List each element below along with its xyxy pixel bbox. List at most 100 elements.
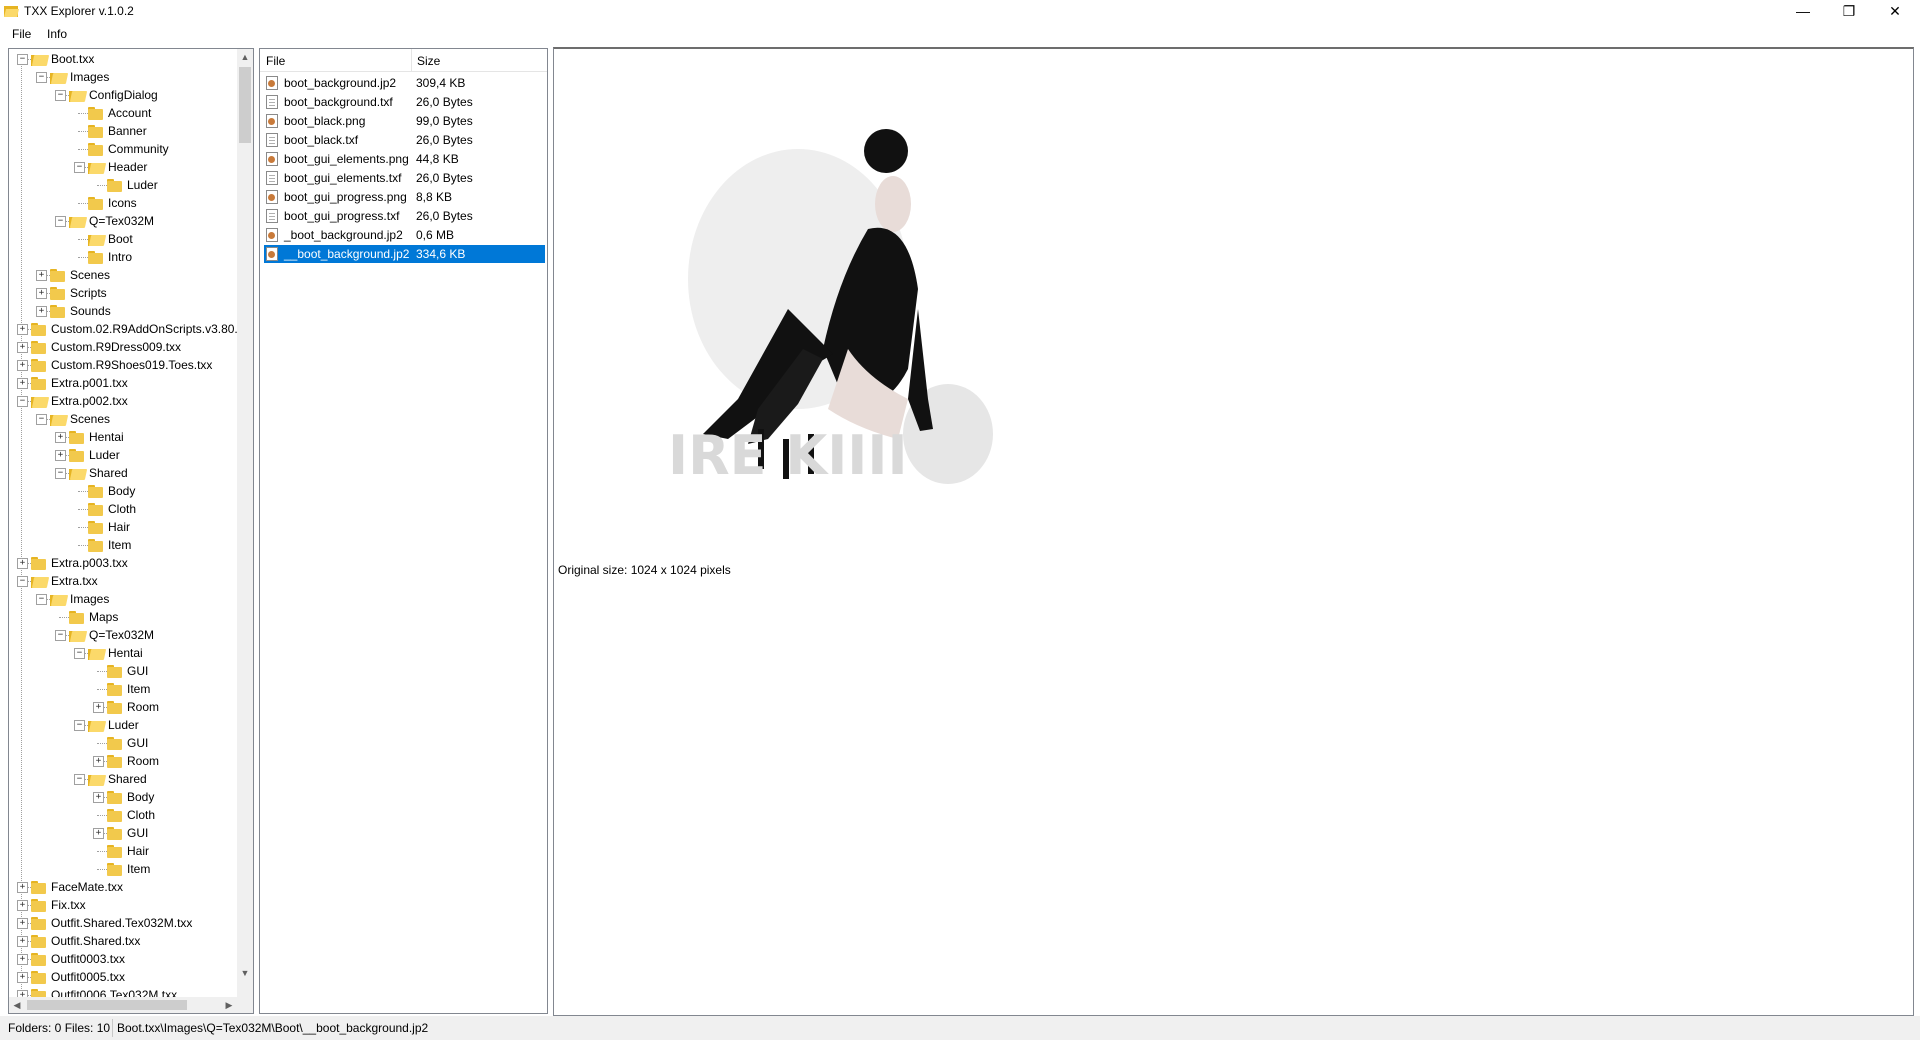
column-header-size[interactable]: Size [417, 54, 440, 68]
expand-icon[interactable]: + [17, 360, 28, 371]
tree-item[interactable]: Extra.p003.txx [31, 554, 128, 572]
scroll-up-icon[interactable]: ▲ [237, 49, 253, 65]
tree-item[interactable]: Boot [88, 230, 133, 248]
tree-item[interactable]: Outfit.Shared.Tex032M.txx [31, 914, 192, 932]
expand-icon[interactable]: + [93, 828, 104, 839]
expand-icon[interactable]: + [17, 378, 28, 389]
tree-item[interactable]: Hair [88, 518, 130, 536]
file-row[interactable]: __boot_background.jp2 334,6 KB [264, 245, 545, 263]
expand-icon[interactable]: + [93, 756, 104, 767]
tree-item[interactable]: ConfigDialog [69, 86, 158, 104]
scroll-right-icon[interactable]: ▶ [221, 997, 237, 1013]
tree-item[interactable]: Maps [69, 608, 118, 626]
tree-item[interactable]: Hentai [88, 644, 143, 662]
tree-item[interactable]: Images [50, 590, 109, 608]
column-separator[interactable] [411, 49, 412, 71]
tree-item[interactable]: Cloth [107, 806, 155, 824]
tree-item[interactable]: Boot.txx [31, 50, 94, 68]
tree-item[interactable]: Outfit0003.txx [31, 950, 125, 968]
close-button[interactable]: ✕ [1872, 0, 1918, 22]
file-row[interactable]: boot_background.jp2 309,4 KB [264, 74, 545, 92]
tree-vertical-scrollbar[interactable]: ▲ ▼ [237, 49, 253, 997]
tree-item[interactable]: Outfit0006.Tex032M.txx [31, 986, 177, 997]
tree-item[interactable]: GUI [107, 662, 148, 680]
tree-item[interactable]: Item [88, 536, 131, 554]
collapse-icon[interactable]: − [17, 396, 28, 407]
tree-item[interactable]: Room [107, 698, 159, 716]
expand-icon[interactable]: + [36, 270, 47, 281]
expand-icon[interactable]: + [55, 450, 66, 461]
collapse-icon[interactable]: − [74, 720, 85, 731]
folder-tree[interactable]: − Boot.txx − Images − ConfigDialog Account Bann… [8, 48, 254, 1014]
tree-item[interactable]: Q=Tex032M [69, 212, 154, 230]
file-row[interactable]: boot_black.png 99,0 Bytes [264, 112, 545, 130]
tree-item[interactable]: Header [88, 158, 147, 176]
tree-item[interactable]: Cloth [88, 500, 136, 518]
expand-icon[interactable]: + [17, 324, 28, 335]
expand-icon[interactable]: + [17, 972, 28, 983]
tree-item[interactable]: Scripts [50, 284, 107, 302]
menu-file[interactable]: File [10, 27, 33, 41]
expand-icon[interactable]: + [93, 702, 104, 713]
file-row[interactable]: boot_gui_elements.png 44,8 KB [264, 150, 545, 168]
tree-item[interactable]: Outfit0005.txx [31, 968, 125, 986]
collapse-icon[interactable]: − [36, 414, 47, 425]
tree-item[interactable]: Outfit.Shared.txx [31, 932, 140, 950]
tree-horizontal-scrollbar[interactable]: ◀ ▶ [9, 997, 237, 1013]
tree-item[interactable]: Item [107, 860, 150, 878]
expand-icon[interactable]: + [17, 882, 28, 893]
menu-info[interactable]: Info [45, 27, 69, 41]
tree-item[interactable]: GUI [107, 824, 148, 842]
expand-icon[interactable]: + [17, 954, 28, 965]
collapse-icon[interactable]: − [55, 630, 66, 641]
tree-item[interactable]: Scenes [50, 410, 110, 428]
tree-item[interactable]: Shared [69, 464, 128, 482]
tree-item[interactable]: GUI [107, 734, 148, 752]
collapse-icon[interactable]: − [74, 648, 85, 659]
collapse-icon[interactable]: − [55, 468, 66, 479]
tree-item[interactable]: Extra.txx [31, 572, 98, 590]
collapse-icon[interactable]: − [36, 72, 47, 83]
expand-icon[interactable]: + [17, 342, 28, 353]
tree-item[interactable]: Extra.p001.txx [31, 374, 128, 392]
expand-icon[interactable]: + [36, 306, 47, 317]
tree-item[interactable]: Hair [107, 842, 149, 860]
tree-item[interactable]: Luder [88, 716, 139, 734]
tree-item[interactable]: Account [88, 104, 151, 122]
file-row[interactable]: boot_gui_progress.png 8,8 KB [264, 188, 545, 206]
expand-icon[interactable]: + [55, 432, 66, 443]
file-list[interactable]: File Size boot_background.jp2 309,4 KB boo… [259, 48, 548, 1014]
expand-icon[interactable]: + [17, 936, 28, 947]
expand-icon[interactable]: + [36, 288, 47, 299]
restore-button[interactable]: ❐ [1826, 0, 1872, 22]
file-row[interactable]: boot_black.txf 26,0 Bytes [264, 131, 545, 149]
collapse-icon[interactable]: − [17, 576, 28, 587]
scroll-down-icon[interactable]: ▼ [237, 965, 253, 981]
tree-item[interactable]: Body [107, 788, 154, 806]
collapse-icon[interactable]: − [55, 216, 66, 227]
tree-item[interactable]: Images [50, 68, 109, 86]
tree-item[interactable]: Luder [107, 176, 158, 194]
collapse-icon[interactable]: − [74, 162, 85, 173]
scroll-thumb[interactable] [239, 67, 251, 143]
expand-icon[interactable]: + [17, 900, 28, 911]
tree-item[interactable]: Luder [69, 446, 120, 464]
collapse-icon[interactable]: − [36, 594, 47, 605]
collapse-icon[interactable]: − [17, 54, 28, 65]
tree-item[interactable]: Room [107, 752, 159, 770]
hscroll-thumb[interactable] [27, 1000, 187, 1010]
file-row[interactable]: boot_background.txf 26,0 Bytes [264, 93, 545, 111]
minimize-button[interactable]: — [1780, 0, 1826, 22]
tree-item[interactable]: Shared [88, 770, 147, 788]
tree-item[interactable]: Community [88, 140, 169, 158]
tree-item[interactable]: Icons [88, 194, 137, 212]
column-header-file[interactable]: File [266, 54, 285, 68]
file-row[interactable]: boot_gui_elements.txf 26,0 Bytes [264, 169, 545, 187]
tree-item[interactable]: Custom.02.R9AddOnScripts.v3.80.txx [31, 320, 237, 338]
tree-item[interactable]: Body [88, 482, 135, 500]
tree-item[interactable]: Item [107, 680, 150, 698]
tree-item[interactable]: Hentai [69, 428, 124, 446]
expand-icon[interactable]: + [17, 558, 28, 569]
expand-icon[interactable]: + [17, 918, 28, 929]
file-row[interactable]: boot_gui_progress.txf 26,0 Bytes [264, 207, 545, 225]
